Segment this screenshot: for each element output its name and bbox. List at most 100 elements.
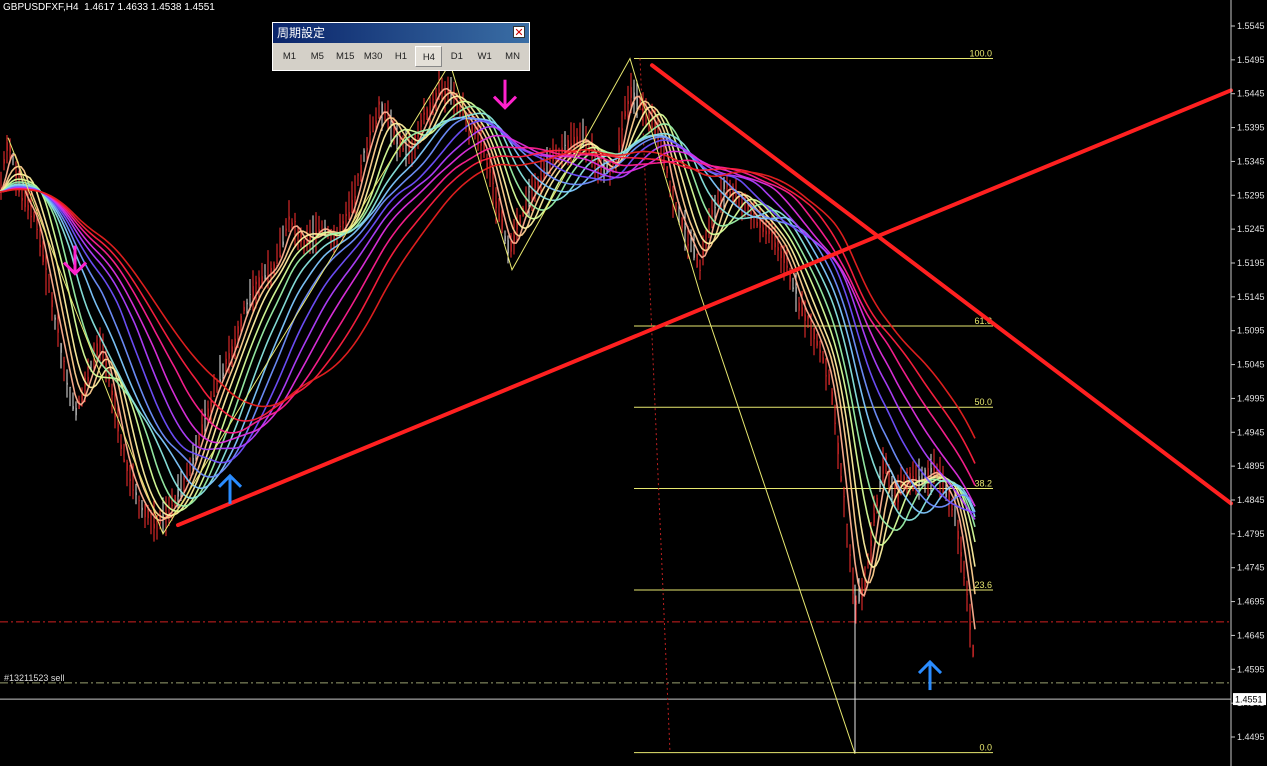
candle-body: [957, 530, 959, 540]
timeframe-panel-titlebar[interactable]: 周期設定 ✕: [273, 23, 529, 43]
candle-body: [780, 251, 782, 259]
candle-body: [57, 328, 59, 333]
candle-body: [471, 126, 473, 134]
candle-body: [345, 213, 347, 217]
candle-body: [27, 204, 29, 211]
candle-body: [489, 169, 491, 173]
candle-body: [960, 552, 962, 557]
candle-body: [567, 140, 569, 150]
candle-body: [444, 91, 446, 96]
candle-body: [9, 145, 11, 152]
candle-body: [855, 600, 857, 605]
candle-body: [969, 622, 971, 630]
candle-body: [963, 577, 965, 579]
candle-body: [48, 290, 50, 292]
candle-body: [462, 114, 464, 116]
candle-body: [66, 382, 68, 385]
candle-body: [207, 408, 209, 417]
candle-body: [519, 214, 521, 226]
candle-body: [42, 254, 44, 263]
candle-body: [675, 202, 677, 204]
candle-body: [630, 87, 632, 98]
candle-body: [51, 300, 53, 308]
candle-body: [972, 644, 974, 657]
arrow-down-icon: [492, 79, 518, 110]
candle-body: [393, 129, 395, 134]
candle-body: [198, 436, 200, 440]
candle-body: [831, 391, 833, 405]
candle-body: [3, 159, 5, 164]
timeframe-button-d1[interactable]: D1: [443, 46, 471, 67]
candle-body: [918, 476, 920, 484]
timeframe-button-m5[interactable]: M5: [303, 46, 331, 67]
axis-tick-label: 1.5045: [1237, 360, 1265, 370]
candle-body: [96, 343, 98, 355]
timeframe-button-m15[interactable]: M15: [331, 46, 359, 67]
close-icon[interactable]: ✕: [513, 26, 525, 38]
candle-body: [483, 143, 485, 151]
candle-body: [507, 240, 509, 254]
price-chart[interactable]: 100.061.850.038.223.60.0 1.55451.54951.5…: [0, 0, 1267, 766]
signal-arrows: [62, 79, 943, 691]
candle-body: [768, 230, 770, 235]
candle-body: [951, 508, 953, 511]
timeframe-button-h1[interactable]: H1: [387, 46, 415, 67]
candle-body: [132, 489, 134, 491]
candle-body: [129, 478, 131, 482]
candle-body: [123, 459, 125, 463]
candle-body: [294, 221, 296, 223]
axis-tick-label: 1.5145: [1237, 292, 1265, 302]
candle-body: [861, 586, 863, 598]
candle-body: [882, 460, 884, 474]
axis-tick-label: 1.4645: [1237, 630, 1265, 640]
timeframe-button-m1[interactable]: M1: [276, 46, 303, 67]
candle-body: [366, 147, 368, 151]
candle-body: [357, 174, 359, 176]
candle-body: [63, 360, 65, 362]
candle-body: [891, 495, 893, 497]
candle-body: [54, 317, 56, 320]
candle-body: [825, 375, 827, 377]
candle-body: [450, 95, 452, 97]
candle-body: [843, 496, 845, 498]
arrow-up-icon: [917, 659, 943, 691]
candle-body: [120, 444, 122, 450]
candle-body: [498, 213, 500, 222]
candle-body: [285, 228, 287, 231]
candle-body: [240, 315, 242, 327]
candle-body: [852, 589, 854, 594]
candle-body: [369, 131, 371, 136]
ohlc-values: 1.4617 1.4633 1.4538 1.4551: [84, 2, 215, 13]
candle-body: [837, 442, 839, 455]
axis-tick-label: 1.4995: [1237, 393, 1265, 403]
candle-body: [642, 105, 644, 107]
candle-body: [216, 383, 218, 385]
fib-label: 50.0: [974, 397, 992, 407]
candle-body: [684, 226, 686, 230]
candle-body: [504, 235, 506, 242]
candle-body: [765, 230, 767, 235]
candle-body: [159, 512, 161, 525]
candle-body: [351, 199, 353, 211]
candle-body: [273, 263, 275, 275]
candle-body: [438, 89, 440, 91]
candle-body: [516, 223, 518, 230]
candle-body: [21, 198, 23, 201]
candle-body: [105, 360, 107, 366]
candle-body: [495, 201, 497, 209]
timeframe-button-m30[interactable]: M30: [359, 46, 387, 67]
candle-body: [933, 466, 935, 474]
candle-body: [864, 582, 866, 587]
candle-body: [849, 554, 851, 556]
candle-body: [243, 306, 245, 311]
candle-body: [270, 268, 272, 272]
candle-body: [423, 112, 425, 115]
candle-body: [33, 214, 35, 219]
timeframe-button-h4[interactable]: H4: [415, 46, 443, 67]
timeframe-button-w1[interactable]: W1: [471, 46, 499, 67]
axis-tick-label: 1.5395: [1237, 123, 1265, 133]
candle-body: [792, 287, 794, 289]
candle-body: [687, 243, 689, 246]
axis-tick-label: 1.4595: [1237, 664, 1265, 674]
timeframe-button-mn[interactable]: MN: [499, 46, 527, 67]
